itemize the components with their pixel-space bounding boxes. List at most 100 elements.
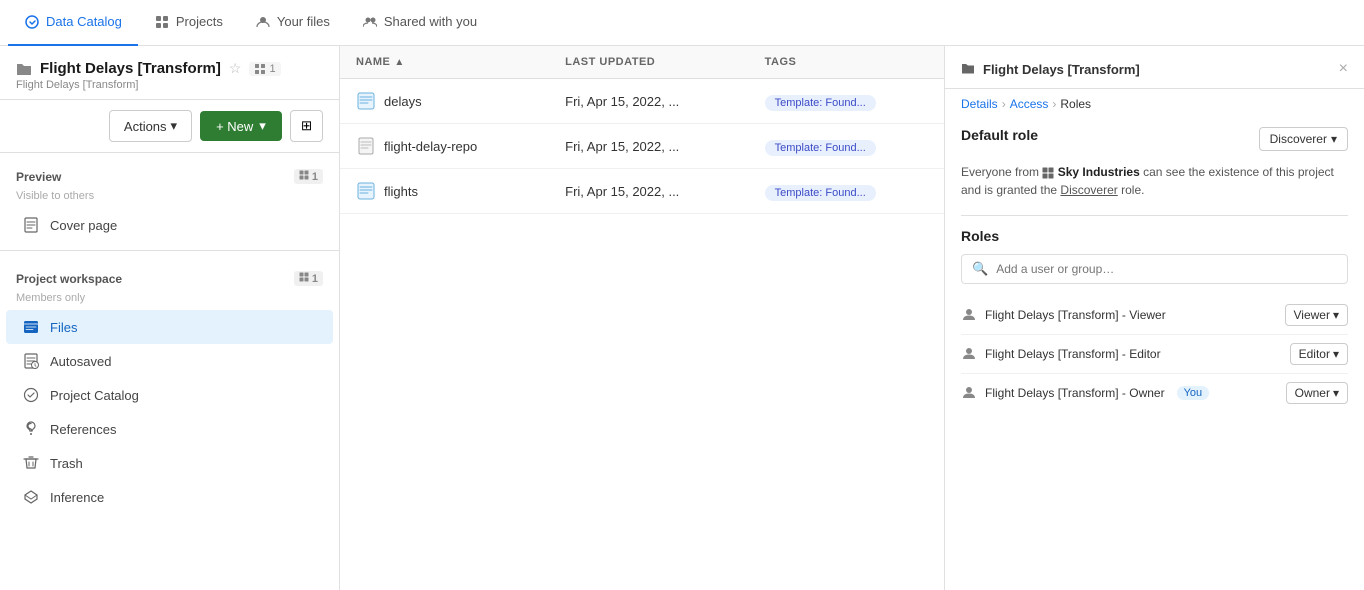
role-owner-user-icon [961, 384, 977, 403]
view-toggle-button[interactable]: ⊞ [290, 110, 323, 142]
file-name-flights: flights [384, 184, 418, 199]
role-owner-label: Flight Delays [Transform] - Owner [985, 386, 1165, 400]
preview-sub: Visible to others [0, 190, 339, 208]
role-editor-user-icon [961, 345, 977, 364]
preview-section: Preview 1 Visible to others Cover page [0, 153, 339, 246]
nav-tab-data-catalog[interactable]: Data Catalog [8, 0, 138, 46]
panel-body: Default role Discoverer ▾ Everyone from … [945, 111, 1364, 428]
flights-file-icon [356, 181, 376, 201]
new-label: + New [216, 119, 253, 134]
sidebar-item-trash[interactable]: Trash [6, 446, 333, 480]
role-item-editor: Flight Delays [Transform] - Editor Edito… [961, 335, 1348, 374]
project-title: Flight Delays [Transform] [40, 60, 221, 77]
role-owner-chevron: ▾ [1333, 386, 1339, 400]
breadcrumb-sep-2: › [1052, 97, 1056, 111]
roles-section-title: Roles [961, 228, 1348, 244]
actions-chevron-icon: ▾ [171, 118, 178, 134]
role-viewer-dropdown[interactable]: Viewer ▾ [1285, 304, 1349, 326]
sidebar-item-cover-page[interactable]: Cover page [6, 208, 333, 242]
breadcrumb-sep-1: › [1002, 97, 1006, 111]
col-last-updated[interactable]: LAST UPDATED [549, 46, 749, 79]
view-icon: ⊞ [301, 118, 312, 134]
nav-tab-your-files[interactable]: Your files [239, 0, 346, 46]
sidebar-item-references[interactable]: References [6, 412, 333, 446]
preview-section-header: Preview 1 [0, 163, 339, 190]
default-role-value: Discoverer [1270, 132, 1327, 146]
you-badge: You [1177, 386, 1210, 400]
role-item-viewer: Flight Delays [Transform] - Viewer Viewe… [961, 296, 1348, 335]
inference-icon [22, 488, 40, 506]
table-row[interactable]: delays Fri, Apr 15, 2022, ... Template: … [340, 79, 944, 124]
role-editor-dropdown[interactable]: Editor ▾ [1290, 343, 1348, 365]
catalog-label: Project Catalog [50, 388, 139, 403]
star-icon[interactable]: ☆ [229, 60, 242, 77]
role-owner-dropdown[interactable]: Owner ▾ [1286, 382, 1348, 404]
workspace-label: Project workspace [16, 272, 122, 286]
new-chevron-icon: ▾ [259, 118, 266, 134]
role-editor-label: Flight Delays [Transform] - Editor [985, 347, 1161, 361]
org-name: Sky Industries [1058, 165, 1140, 179]
catalog-icon [22, 386, 40, 404]
breadcrumb-roles: Roles [1060, 97, 1091, 111]
project-header: Flight Delays [Transform] ☆ 1 Flight Del… [0, 46, 339, 100]
delays-file-icon [356, 91, 376, 111]
file-name-delays: delays [384, 94, 422, 109]
data-catalog-icon [24, 14, 40, 30]
flights-last-updated: Fri, Apr 15, 2022, ... [549, 169, 749, 214]
workspace-section-header: Project workspace 1 [0, 265, 339, 292]
nav-tab-shared-with-you[interactable]: Shared with you [346, 0, 493, 46]
sidebar-item-autosaved[interactable]: Autosaved [6, 344, 333, 378]
col-name[interactable]: NAME ▲ [340, 46, 549, 79]
trash-icon [22, 454, 40, 472]
files-table: NAME ▲ LAST UPDATED TAGS [340, 46, 944, 214]
nav-tab-projects-label: Projects [176, 14, 223, 29]
nav-tab-data-catalog-label: Data Catalog [46, 14, 122, 29]
default-role-description: Everyone from Sky Industries can see the… [961, 163, 1348, 199]
col-tags[interactable]: TAGS [749, 46, 944, 79]
content-area: NAME ▲ LAST UPDATED TAGS [340, 46, 944, 590]
references-label: References [50, 422, 116, 437]
sidebar-item-files[interactable]: Files [6, 310, 333, 344]
workspace-section: Project workspace 1 Members only Files [0, 255, 339, 518]
actions-button[interactable]: Actions ▾ [109, 110, 192, 142]
files-label: Files [50, 320, 77, 335]
sidebar-item-inference[interactable]: Inference [6, 480, 333, 514]
top-navigation: Data Catalog Projects Your files Shared … [0, 0, 1364, 46]
table-row[interactable]: flight-delay-repo Fri, Apr 15, 2022, ...… [340, 124, 944, 169]
role-item-owner: Flight Delays [Transform] - Owner You Ow… [961, 374, 1348, 412]
panel-header: Flight Delays [Transform] × [945, 46, 1364, 89]
autosaved-label: Autosaved [50, 354, 111, 369]
nav-tab-projects[interactable]: Projects [138, 0, 239, 46]
workspace-sub: Members only [0, 292, 339, 310]
preview-badge: 1 [294, 169, 323, 184]
panel-folder-icon [961, 61, 975, 78]
repo-tag: Template: Found... [765, 140, 876, 156]
search-icon: 🔍 [972, 261, 988, 277]
nav-tab-shared-label: Shared with you [384, 14, 477, 29]
nav-tab-your-files-label: Your files [277, 14, 330, 29]
delays-last-updated: Fri, Apr 15, 2022, ... [549, 79, 749, 124]
trash-label: Trash [50, 456, 83, 471]
breadcrumb-details[interactable]: Details [961, 97, 998, 111]
shared-icon [362, 14, 378, 30]
table-row[interactable]: flights Fri, Apr 15, 2022, ... Template:… [340, 169, 944, 214]
cover-page-icon [22, 216, 40, 234]
breadcrumb-access[interactable]: Access [1010, 97, 1049, 111]
projects-icon [154, 14, 170, 30]
role-owner-value: Owner [1295, 386, 1330, 400]
default-role-chevron: ▾ [1331, 132, 1337, 146]
panel-title: Flight Delays [Transform] [983, 62, 1140, 77]
delays-tag: Template: Found... [765, 95, 876, 111]
default-role-dropdown[interactable]: Discoverer ▾ [1259, 127, 1348, 151]
references-icon [22, 420, 40, 438]
desc-prefix: Everyone from [961, 165, 1039, 179]
user-search-bar[interactable]: 🔍 [961, 254, 1348, 284]
repo-file-icon [356, 136, 376, 156]
panel-close-button[interactable]: × [1339, 60, 1348, 78]
cover-page-label: Cover page [50, 218, 117, 233]
roles-list: Flight Delays [Transform] - Viewer Viewe… [961, 296, 1348, 412]
new-button[interactable]: + New ▾ [200, 111, 282, 141]
role-viewer-value: Viewer [1294, 308, 1330, 322]
user-search-input[interactable] [996, 262, 1337, 276]
sidebar-item-project-catalog[interactable]: Project Catalog [6, 378, 333, 412]
